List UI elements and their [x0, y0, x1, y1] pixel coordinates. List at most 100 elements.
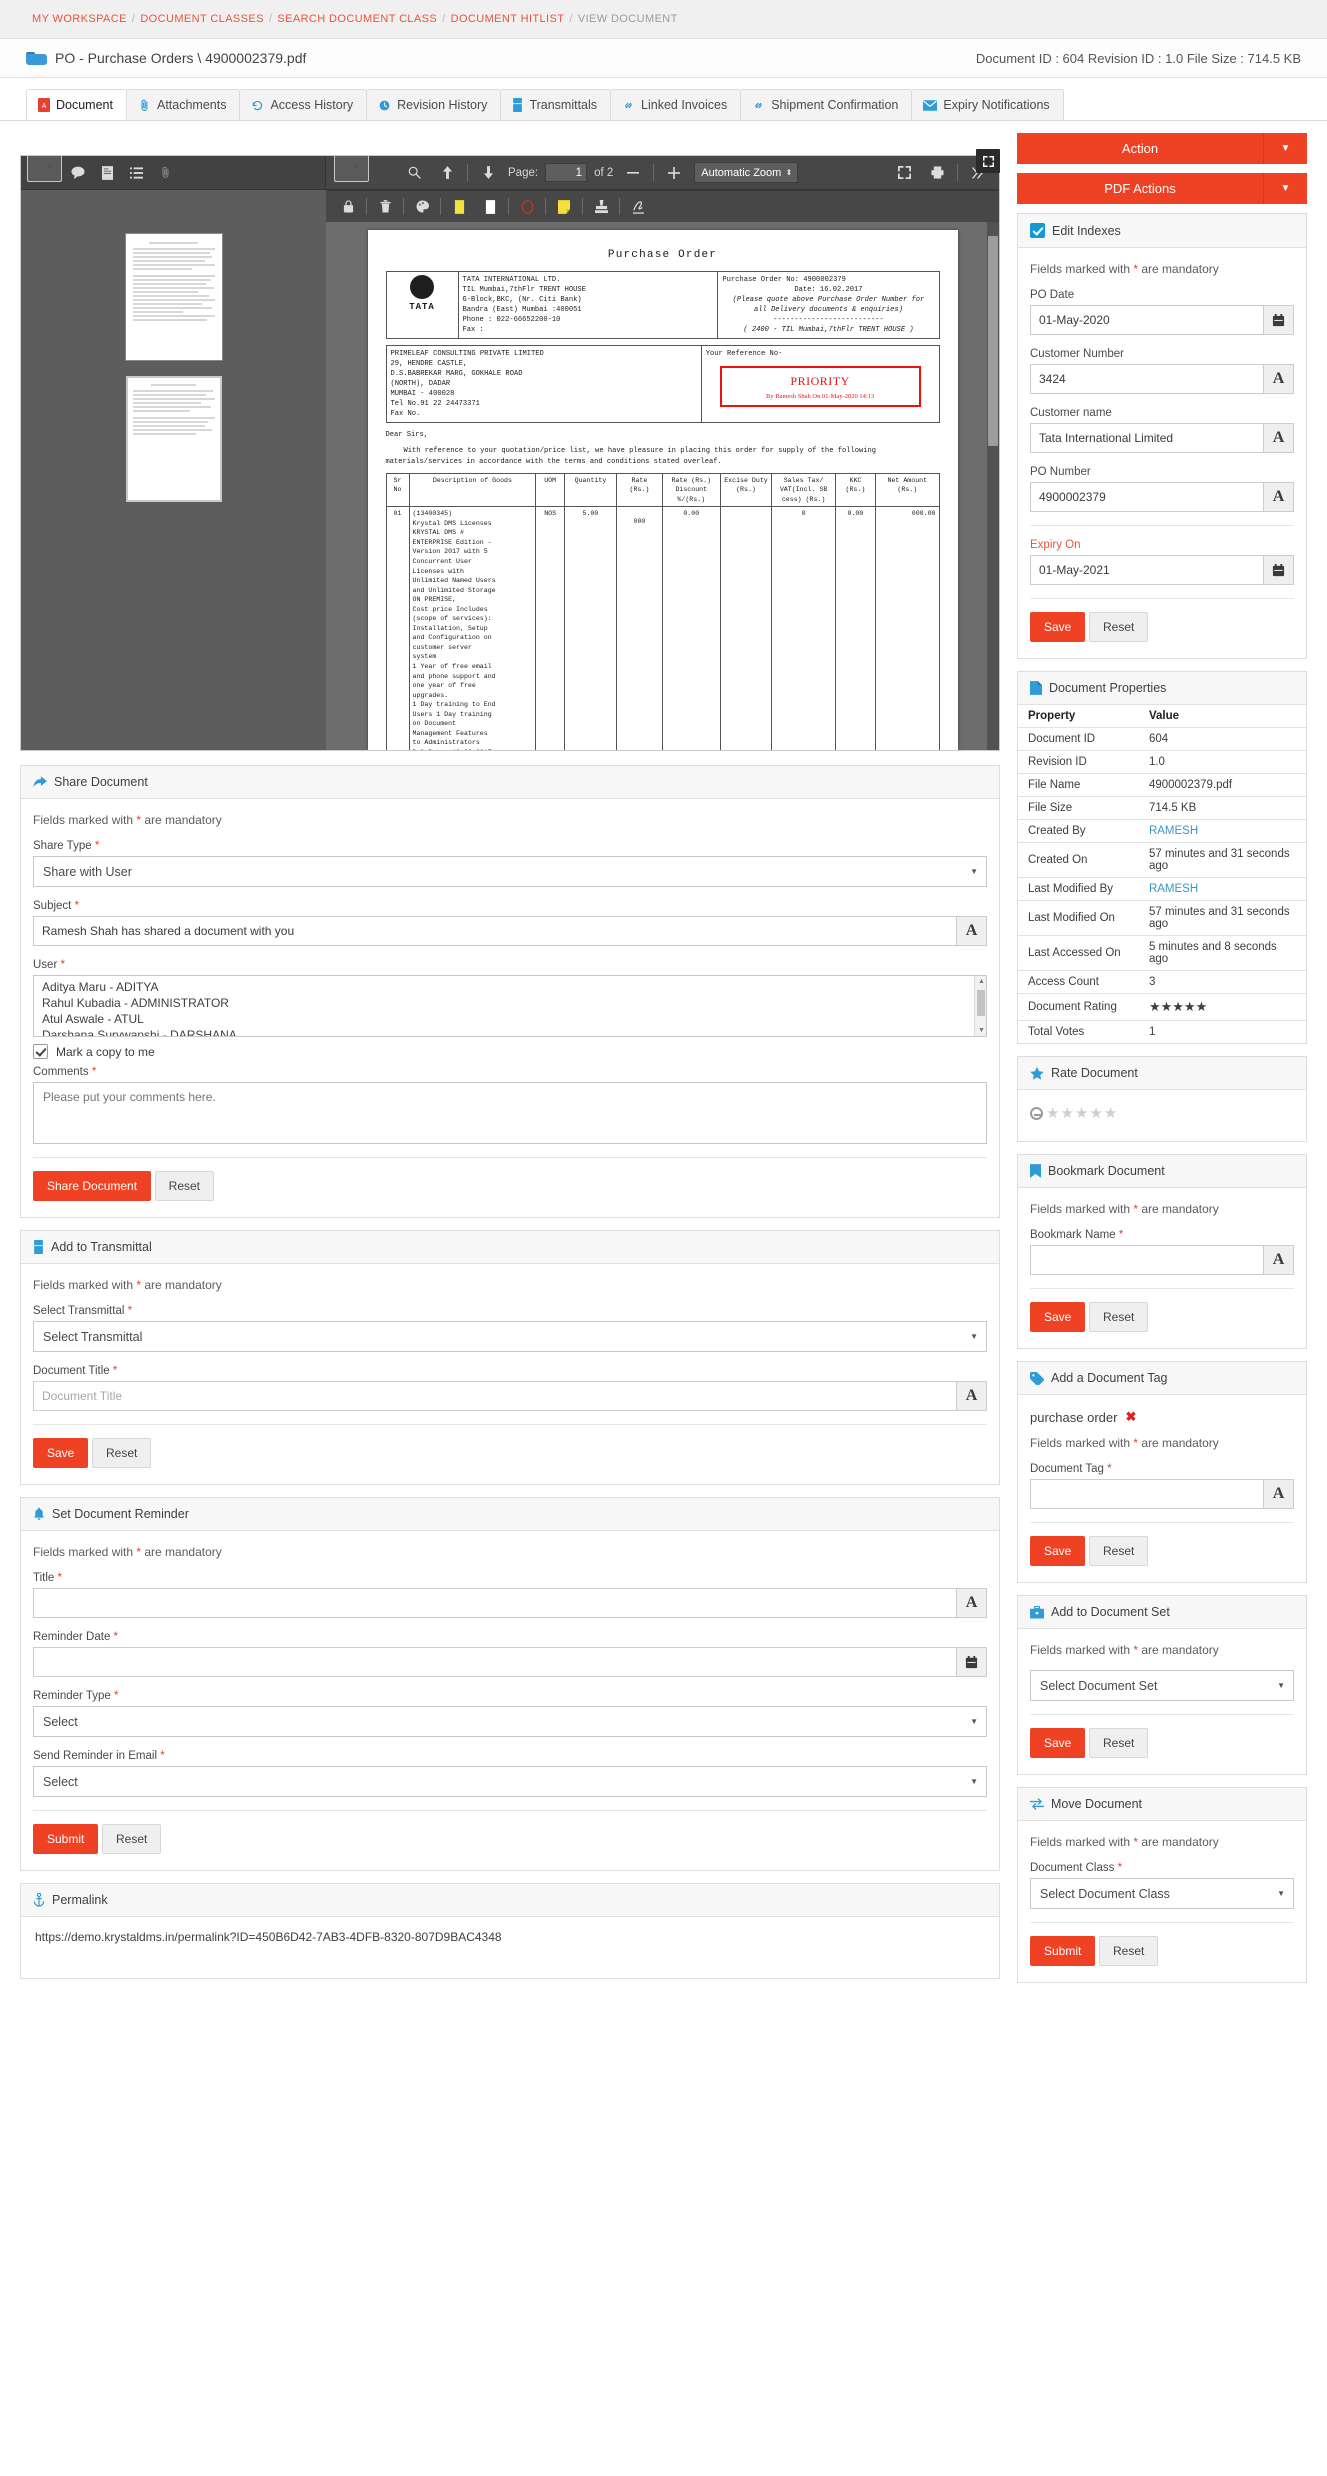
rate-star-5[interactable]: ★ [1104, 1106, 1117, 1121]
prop-value-link[interactable]: RAMESH [1138, 819, 1306, 843]
customer-name-input[interactable]: Tata International Limited [1030, 423, 1264, 453]
document-tag-input[interactable] [1030, 1479, 1264, 1509]
rate-star-2[interactable]: ★ [1060, 1106, 1073, 1121]
document-set-select[interactable]: Select Document Set [1030, 1670, 1294, 1701]
tag-reset-button[interactable]: Reset [1088, 1536, 1149, 1566]
attachment-icon[interactable] [152, 161, 178, 185]
customer-number-input[interactable]: 3424 [1030, 364, 1264, 394]
signature-icon[interactable] [625, 195, 651, 219]
mark-copy-row[interactable]: Mark a copy to me [33, 1044, 987, 1059]
previous-page-icon[interactable] [434, 161, 460, 185]
reminder-reset-button[interactable]: Reset [101, 1824, 162, 1854]
share-document-button[interactable]: Share Document [33, 1171, 152, 1201]
action-dropdown-button[interactable]: Action ▼ [1017, 133, 1307, 164]
rate-star-3[interactable]: ★ [1075, 1106, 1088, 1121]
font-icon[interactable]: A [1264, 423, 1294, 453]
lock-icon[interactable] [335, 195, 361, 219]
chevron-down-icon[interactable]: ▼ [1263, 173, 1307, 204]
list-item[interactable]: Aditya Maru - ADITYA [34, 979, 986, 995]
document-set-save-button[interactable]: Save [1030, 1728, 1086, 1758]
share-type-select[interactable]: Share with User [33, 856, 987, 887]
highlight-yellow-icon[interactable] [446, 195, 472, 219]
outline-icon[interactable] [123, 161, 149, 185]
tab-expiry-notifications[interactable]: Expiry Notifications [911, 89, 1064, 120]
highlight-white-icon[interactable] [477, 195, 503, 219]
breadcrumb-item-my-workspace[interactable]: MY WORKSPACE [32, 13, 127, 25]
next-page-icon[interactable] [475, 161, 501, 185]
zoom-in-icon[interactable] [661, 161, 687, 185]
select-transmittal-dropdown[interactable]: Select Transmittal [33, 1321, 987, 1352]
document-class-select[interactable]: Select Document Class [1030, 1878, 1294, 1909]
print-icon[interactable] [924, 161, 950, 185]
po-date-input[interactable]: 01-May-2020 [1030, 305, 1264, 335]
thumbnails-icon[interactable] [27, 156, 62, 182]
transmittal-save-button[interactable]: Save [33, 1438, 89, 1468]
zoom-out-icon[interactable] [620, 161, 646, 185]
ellipse-icon[interactable] [514, 195, 540, 219]
pdf-thumbnail-page-2[interactable] [125, 376, 222, 502]
reminder-submit-button[interactable]: Submit [33, 1824, 99, 1854]
expand-viewer-button[interactable] [976, 149, 1000, 173]
cancel-rating-icon[interactable] [1030, 1107, 1043, 1120]
permalink-url[interactable]: https://demo.krystaldms.in/permalink?ID=… [33, 1921, 987, 1962]
comments-textarea[interactable] [33, 1082, 987, 1144]
list-item[interactable]: Darshana Surywanshi - DARSHANA [34, 1027, 986, 1036]
chevron-down-icon[interactable]: ▼ [1263, 133, 1307, 164]
font-icon[interactable]: A [1264, 1245, 1294, 1275]
edit-indexes-checkbox[interactable] [1030, 223, 1045, 238]
search-icon[interactable] [401, 161, 427, 185]
tab-document[interactable]: A Document [26, 89, 127, 120]
pdf-actions-dropdown-button[interactable]: PDF Actions ▼ [1017, 173, 1307, 204]
bookmark-name-input[interactable] [1030, 1245, 1264, 1275]
expiry-on-input[interactable]: 01-May-2021 [1030, 555, 1264, 585]
pdf-thumbnail-panel[interactable] [21, 222, 326, 750]
tab-attachments[interactable]: Attachments [125, 89, 241, 120]
remove-tag-icon[interactable]: ✖ [1125, 1409, 1136, 1425]
pdf-thumbnail-page-1[interactable] [125, 234, 222, 360]
zoom-select[interactable]: Automatic Zoom ⬍ [694, 162, 799, 183]
palette-icon[interactable] [409, 195, 435, 219]
po-number-input[interactable]: 4900002379 [1030, 482, 1264, 512]
breadcrumb-item-document-classes[interactable]: DOCUMENT CLASSES [140, 13, 264, 25]
sticky-note-icon[interactable] [551, 195, 577, 219]
font-icon[interactable]: A [1264, 482, 1294, 512]
move-submit-button[interactable]: Submit [1030, 1936, 1096, 1966]
document-title-input[interactable]: Document Title [33, 1381, 957, 1411]
rate-stars-widget[interactable]: ★ ★ ★ ★ ★ [1030, 1102, 1294, 1123]
subject-input[interactable]: Ramesh Shah has shared a document with y… [33, 916, 957, 946]
rate-star-1[interactable]: ★ [1046, 1106, 1059, 1121]
tab-access-history[interactable]: Access History [239, 89, 368, 120]
bookmark-reset-button[interactable]: Reset [1088, 1302, 1149, 1332]
prop-value-link[interactable]: RAMESH [1138, 877, 1306, 901]
user-select-list[interactable]: Aditya Maru - ADITYA Rahul Kubadia - ADM… [33, 975, 987, 1037]
calendar-icon[interactable] [1264, 555, 1294, 585]
breadcrumb-item-document-hitlist[interactable]: DOCUMENT HITLIST [451, 13, 565, 25]
stamp-icon[interactable] [588, 195, 614, 219]
transmittal-reset-button[interactable]: Reset [91, 1438, 152, 1468]
share-reset-button[interactable]: Reset [154, 1171, 215, 1201]
font-icon[interactable]: A [957, 1381, 987, 1411]
tab-revision-history[interactable]: Revision History [366, 89, 502, 120]
tab-shipment-confirmation[interactable]: Shipment Confirmation [740, 89, 913, 120]
edit-indexes-save-button[interactable]: Save [1030, 612, 1086, 642]
font-icon[interactable]: A [957, 1588, 987, 1618]
list-item[interactable]: Rahul Kubadia - ADMINISTRATOR [34, 995, 986, 1011]
pdf-vertical-scrollbar[interactable] [987, 222, 999, 750]
edit-indexes-header[interactable]: Edit Indexes [1018, 214, 1306, 248]
edit-indexes-reset-button[interactable]: Reset [1088, 612, 1149, 642]
reminder-type-select[interactable]: Select [33, 1706, 987, 1737]
font-icon[interactable]: A [1264, 364, 1294, 394]
bookmark-save-button[interactable]: Save [1030, 1302, 1086, 1332]
move-reset-button[interactable]: Reset [1098, 1936, 1159, 1966]
calendar-icon[interactable] [957, 1647, 987, 1677]
reminder-title-input[interactable] [33, 1588, 957, 1618]
calendar-icon[interactable] [1264, 305, 1294, 335]
tab-transmittals[interactable]: Transmittals [500, 89, 612, 120]
delete-icon[interactable] [372, 195, 398, 219]
breadcrumb-item-search-document-class[interactable]: SEARCH DOCUMENT CLASS [277, 13, 437, 25]
document-set-reset-button[interactable]: Reset [1088, 1728, 1149, 1758]
user-list-scrollbar[interactable]: ▲ ▼ [974, 976, 986, 1036]
list-item[interactable]: Atul Aswale - ATUL [34, 1011, 986, 1027]
mark-copy-checkbox[interactable] [33, 1044, 48, 1059]
font-icon[interactable]: A [1264, 1479, 1294, 1509]
